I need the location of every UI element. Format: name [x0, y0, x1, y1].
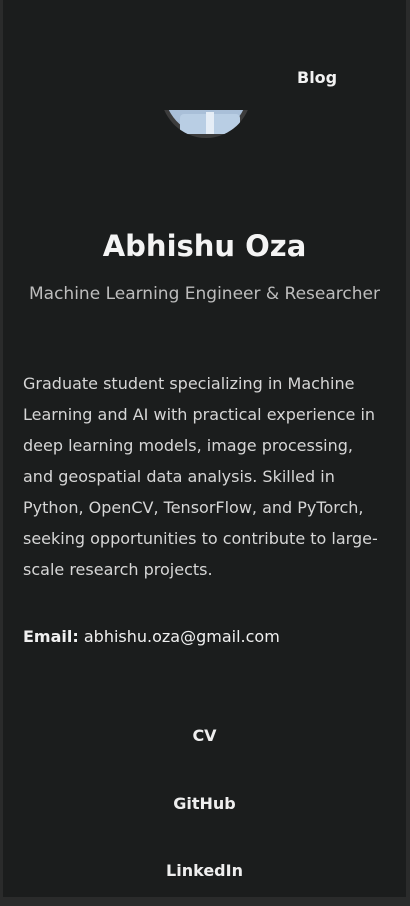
cv-link[interactable]: CV	[3, 725, 406, 747]
email-address[interactable]: abhishu.oza@gmail.com	[84, 627, 280, 646]
contact-email: Email: abhishu.oza@gmail.com	[23, 625, 393, 649]
avatar-collar	[206, 112, 214, 134]
profile-name: Abhishu Oza	[102, 229, 307, 263]
profile-avatar	[160, 110, 252, 138]
github-link[interactable]: GitHub	[3, 793, 406, 815]
page-container: Blog Abhishu Oza Machine Learning Engine…	[3, 0, 406, 897]
email-label: Email:	[23, 627, 79, 646]
linkedin-link[interactable]: LinkedIn	[3, 860, 406, 882]
profile-title: Machine Learning Engineer & Researcher	[29, 284, 380, 304]
profile-bio: Graduate student specializing in Machine…	[23, 374, 378, 579]
nav-blog-link[interactable]: Blog	[297, 68, 337, 88]
avatar-photo	[164, 110, 248, 134]
